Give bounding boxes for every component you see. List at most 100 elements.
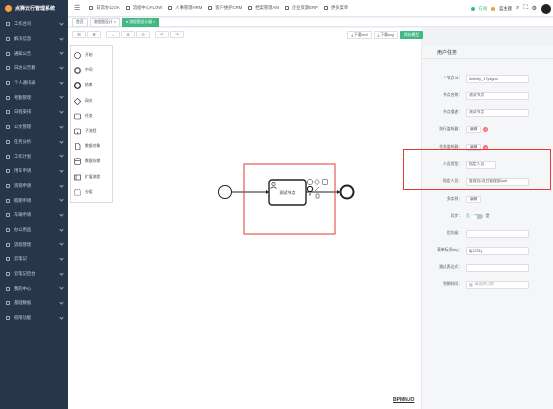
sidebar-item[interactable]: 我的中心 — [0, 281, 68, 296]
module-icon — [89, 6, 94, 10]
palette-item[interactable]: 扩展流程 — [71, 171, 112, 184]
menu-icon — [6, 227, 10, 232]
sidebar-item[interactable]: 基础数据 — [0, 296, 68, 311]
sidebar-item-label: 资销申请 — [14, 182, 32, 188]
download-svg-button[interactable]: ⤓ 下载svg — [373, 31, 398, 39]
chevron-down-icon — [59, 21, 64, 26]
module-icon — [248, 6, 253, 10]
toolbar-button[interactable]: ↷ — [170, 31, 184, 38]
sidebar-item-label: 假期申请 — [14, 197, 32, 203]
palette-item[interactable]: 网关 — [71, 95, 112, 108]
palette-item[interactable]: 数据对象 — [71, 140, 112, 153]
search-icon[interactable]: ⌕ — [516, 5, 519, 12]
sidebar-item[interactable]: 假期申请 — [0, 193, 68, 208]
top-menu-label: 日常办公OA — [96, 5, 120, 10]
toolbar-button[interactable]: ↔ — [106, 31, 120, 38]
download-xml-button[interactable]: ⤓ 下载xml — [347, 31, 372, 39]
chevron-down-icon — [59, 36, 64, 41]
page-tab[interactable]: 首页 — [72, 17, 88, 27]
node-desc-input[interactable]: 测试节点 — [466, 108, 529, 117]
online-status-icon — [470, 6, 475, 11]
save-model-button[interactable]: 保存模型 — [399, 31, 423, 39]
due-date-picker[interactable]: ▦ 请选择日期 — [466, 280, 529, 289]
async-toggle[interactable] — [472, 214, 483, 219]
sidebar-item[interactable]: 工作计划 — [0, 149, 68, 164]
sidebar-item[interactable]: 解决信息 — [0, 32, 68, 47]
top-menu-item[interactable]: 客户维护CRM — [205, 0, 245, 16]
node-name-input[interactable]: 测试节点 — [466, 91, 529, 100]
sidebar-item[interactable]: 工作台司 — [0, 17, 68, 32]
sidebar-item[interactable]: 办公用品 — [0, 223, 68, 238]
top-menu-label: 档案管理AM — [255, 5, 279, 10]
top-menu-item[interactable]: 流程中心FLOW — [123, 0, 166, 16]
sidebar-item[interactable]: 云笔记 — [0, 252, 68, 267]
sidebar-item[interactable]: 公文管理 — [0, 120, 68, 135]
top-menu-item[interactable]: 企业资源ERP — [282, 0, 321, 16]
palette-item[interactable]: 分组 — [71, 186, 112, 199]
sidebar-item[interactable]: 云笔记后台 — [0, 267, 68, 282]
page-tab[interactable]: ● 流程图设计器 × — [121, 17, 160, 27]
page-tab[interactable]: 流程图设计 × — [89, 17, 120, 27]
sidebar-item[interactable]: 日达公告看 — [0, 61, 68, 76]
chevron-down-icon — [59, 256, 64, 261]
form-key-input[interactable]: ${1231} — [466, 246, 529, 255]
sidebar-item[interactable]: 资销申请 — [0, 179, 68, 194]
module-icon — [168, 6, 173, 10]
palette-item[interactable]: 子流程 — [71, 125, 112, 138]
toolbar-button[interactable]: ✥ — [87, 31, 101, 38]
toolbar-button[interactable]: ⊞ — [72, 31, 86, 38]
sidebar-item-label: 工作计划 — [14, 153, 32, 159]
priority-input[interactable] — [466, 229, 529, 238]
toolbar-button[interactable]: ↶ — [155, 31, 169, 38]
palette-item-label: 扩展流程 — [85, 175, 101, 179]
chevron-down-icon — [59, 50, 64, 55]
multi-instance-edit-button[interactable]: 编辑 — [466, 196, 482, 203]
toolbar-button[interactable]: ⊕ — [121, 31, 135, 38]
top-menu-item[interactable]: 人事管理HRM — [165, 0, 205, 16]
palette-item[interactable]: 开始 — [71, 49, 112, 62]
app-title: 点狮云行管理系统 — [15, 6, 56, 12]
sidebar-item[interactable]: 流程管理 — [0, 237, 68, 252]
top-menu-item[interactable]: 档案管理AM — [245, 0, 282, 16]
theme-label[interactable]: 蓝主题 — [499, 6, 512, 12]
module-icon — [208, 6, 213, 10]
hamburger-icon[interactable]: ☰ — [74, 4, 80, 12]
sidebar-item[interactable]: 考勤管理 — [0, 90, 68, 105]
properties-panel: 用户任务 * 节点 id： Activity_17y4gno 节点名称： 测试节… — [421, 46, 553, 409]
top-menu-item[interactable]: 日常办公OA — [86, 0, 122, 16]
chevron-down-icon — [59, 227, 64, 232]
palette-item[interactable]: 数据存储 — [71, 155, 112, 168]
top-menu-item[interactable]: 更多菜单 — [321, 0, 351, 16]
sidebar-item-label: 用车申请 — [14, 168, 32, 174]
toolbar-button[interactable]: ⊖ — [136, 31, 150, 38]
palette-item[interactable]: 结束 — [71, 79, 112, 92]
bpmn-io-logo[interactable]: BPMN.IO — [393, 397, 414, 403]
chevron-down-icon — [59, 182, 64, 188]
bpmn-canvas[interactable]: ⊞ ✥ ↔ ⊕ ⊖ ↶ ↷ ⤓ 下载xml ⤓ 下载svg 保存模型 — [68, 28, 423, 409]
sidebar-item[interactable]: 用车申请 — [0, 164, 68, 179]
menu-toggle-button[interactable]: ☰ — [68, 0, 86, 16]
skip-expression-input[interactable] — [466, 263, 529, 272]
exec-listener-edit-button[interactable]: 编辑 — [466, 126, 482, 133]
palette-item[interactable]: 任务 — [71, 110, 112, 123]
sidebar-item[interactable]: 日程安排 — [0, 105, 68, 120]
fullscreen-icon[interactable]: ⛶ — [523, 5, 527, 12]
sidebar-item-label: 车辆申请 — [14, 212, 32, 218]
skip-expression-label: 跳过表达式： — [439, 265, 462, 269]
sidebar-item[interactable]: 车辆申请 — [0, 208, 68, 223]
settings-icon[interactable]: ⚙ — [532, 5, 537, 12]
sidebar-item[interactable]: 任务分析 — [0, 135, 68, 150]
sidebar-item-label: 基础数据 — [14, 300, 32, 306]
chevron-down-icon — [59, 197, 64, 202]
top-menu-label: 人事管理HRM — [175, 5, 203, 10]
node-id-input[interactable]: Activity_17y4gno — [466, 74, 529, 83]
sidebar-item[interactable]: 权限功能 — [0, 311, 68, 326]
sidebar-item[interactable]: 通知公告 — [0, 46, 68, 61]
chevron-down-icon — [59, 212, 64, 217]
menu-icon — [6, 257, 10, 262]
palette-item[interactable]: 中间 — [71, 64, 112, 77]
sidebar-item[interactable]: 个人通讯录 — [0, 76, 68, 91]
avatar[interactable] — [541, 3, 551, 14]
due-date-placeholder: 请选择日期 — [474, 282, 494, 286]
chevron-down-icon — [59, 138, 64, 144]
